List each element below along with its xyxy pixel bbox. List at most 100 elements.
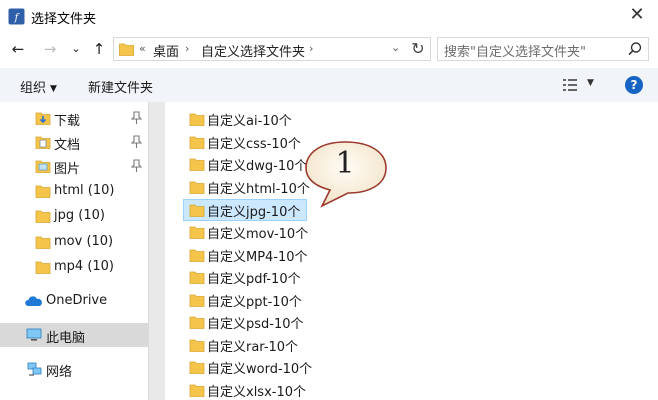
callout-number: 1	[335, 146, 355, 181]
address-dropdown-icon[interactable]: ⌄	[391, 41, 400, 54]
nav-item-label: jpg (10)	[54, 208, 105, 223]
folder-icon	[35, 261, 51, 274]
folder-item-mp4[interactable]: 自定义MP4-10个	[183, 244, 308, 266]
forward-icon[interactable]: →	[40, 39, 60, 59]
folder-item-css[interactable]: 自定义css-10个	[183, 131, 307, 153]
nav-item-label: 网络	[46, 365, 73, 380]
nav-item-label: 图片	[54, 162, 81, 177]
search-input[interactable]: 搜索"自定义选择文件夹"	[437, 37, 649, 61]
folder-item-psd[interactable]: 自定义psd-10个	[183, 311, 307, 333]
folder-icon	[35, 185, 51, 198]
folder-item-dwg[interactable]: 自定义dwg-10个	[183, 153, 307, 175]
breadcrumb-current-folder[interactable]: 自定义选择文件夹	[201, 41, 305, 60]
folder-icon	[189, 113, 205, 126]
caret-down-icon: ▼	[50, 84, 57, 94]
this-pc-icon	[26, 328, 42, 341]
folder-item-jpg[interactable]: 自定义jpg-10个	[183, 199, 307, 221]
nav-item-pictures[interactable]: 图片	[0, 154, 148, 178]
new-folder-button[interactable]: 新建文件夹	[88, 77, 153, 96]
folder-name: 自定义xlsx-10个	[207, 385, 307, 400]
search-icon[interactable]	[626, 40, 644, 58]
address-bar[interactable]: « 桌面 › 自定义选择文件夹 › ⌄ ↻	[113, 37, 431, 61]
recent-locations-icon[interactable]: ⌄	[66, 39, 86, 59]
pin-icon	[131, 111, 142, 124]
folder-name: 自定义word-10个	[207, 362, 313, 377]
folder-icon	[189, 158, 205, 171]
folder-item-ppt[interactable]: 自定义ppt-10个	[183, 289, 307, 311]
nav-item-label: mov (10)	[54, 234, 114, 249]
nav-item-downloads[interactable]: 下载	[0, 106, 148, 130]
folder-name: 自定义dwg-10个	[207, 159, 308, 174]
folder-item-xlsx[interactable]: 自定义xlsx-10个	[183, 379, 307, 400]
folder-item-word[interactable]: 自定义word-10个	[183, 356, 312, 378]
onedrive-cloud-icon	[25, 296, 42, 306]
folder-name: 自定义rar-10个	[207, 340, 299, 355]
nav-item-network[interactable]: 网络	[0, 357, 148, 381]
nav-item-label: 下载	[54, 114, 81, 129]
folder-icon	[189, 316, 205, 329]
documents-folder-icon	[35, 136, 51, 149]
navigation-pane: 下载 文档 图片 html (10) jpg (10) mov (10) mp4…	[0, 102, 148, 400]
folder-item-mov[interactable]: 自定义mov-10个	[183, 221, 309, 243]
nav-item-onedrive[interactable]: OneDrive	[0, 289, 148, 313]
folder-name: 自定义css-10个	[207, 137, 301, 152]
folder-icon	[189, 339, 205, 352]
view-options-icon[interactable]	[562, 77, 578, 93]
nav-item-label: 文档	[54, 138, 81, 153]
nav-item-label: mp4 (10)	[54, 259, 115, 274]
nav-item-mov[interactable]: mov (10)	[0, 230, 148, 254]
folder-item-ai[interactable]: 自定义ai-10个	[183, 108, 307, 130]
folder-icon	[189, 249, 205, 262]
close-icon[interactable]: ✕	[626, 4, 648, 26]
folder-icon	[35, 210, 51, 223]
breadcrumb-desktop[interactable]: 桌面	[153, 41, 179, 60]
window-title: 选择文件夹	[31, 12, 97, 27]
app-icon: f	[8, 8, 25, 25]
nav-item-label: html (10)	[54, 183, 115, 198]
nav-item-html[interactable]: html (10)	[0, 179, 148, 203]
folder-item-pdf[interactable]: 自定义pdf-10个	[183, 266, 307, 288]
help-icon[interactable]: ?	[625, 76, 643, 94]
breadcrumb-separator[interactable]: ›	[185, 42, 189, 55]
nav-item-documents[interactable]: 文档	[0, 130, 148, 154]
folder-icon	[189, 204, 205, 217]
network-icon	[27, 362, 42, 376]
folder-name: 自定义psd-10个	[207, 317, 304, 332]
folder-item-rar[interactable]: 自定义rar-10个	[183, 334, 307, 356]
title-bar: f 选择文件夹 ✕	[0, 0, 658, 32]
pictures-folder-icon	[35, 160, 51, 173]
pin-icon	[131, 159, 142, 172]
folder-name: 自定义ppt-10个	[207, 295, 302, 310]
folder-icon	[119, 43, 134, 56]
folder-icon	[35, 236, 51, 249]
breadcrumb-overflow[interactable]: «	[139, 42, 146, 55]
pin-icon	[131, 135, 142, 148]
nav-item-jpg[interactable]: jpg (10)	[0, 204, 148, 228]
organize-button[interactable]: 组织 ▼	[20, 77, 57, 96]
folder-icon	[189, 294, 205, 307]
caret-down-icon[interactable]: ▼	[587, 78, 594, 88]
folder-name: 自定义ai-10个	[207, 114, 292, 129]
nav-item-this-pc[interactable]: 此电脑	[0, 323, 148, 347]
search-placeholder: 搜索"自定义选择文件夹"	[444, 45, 586, 60]
back-icon[interactable]: ←	[8, 39, 28, 59]
pane-scrollbar[interactable]	[148, 102, 165, 400]
nav-item-label: OneDrive	[46, 293, 108, 308]
organize-label: 组织	[20, 81, 47, 96]
folder-item-html[interactable]: 自定义html-10个	[183, 176, 310, 198]
folder-name: 自定义jpg-10个	[207, 205, 301, 220]
up-icon[interactable]: ↑	[89, 39, 109, 59]
folder-name: 自定义mov-10个	[207, 227, 309, 242]
folder-list: 自定义ai-10个 自定义css-10个 自定义dwg-10个 自定义html-…	[165, 102, 658, 400]
folder-icon	[189, 181, 205, 194]
folder-icon	[189, 136, 205, 149]
nav-item-label: 此电脑	[46, 331, 86, 346]
nav-item-mp4[interactable]: mp4 (10)	[0, 255, 148, 279]
folder-icon	[189, 271, 205, 284]
refresh-icon[interactable]: ↻	[409, 39, 427, 58]
folder-icon	[189, 226, 205, 239]
folder-icon	[189, 361, 205, 374]
command-bar: 组织 ▼ 新建文件夹 ▼ ?	[0, 68, 658, 102]
folder-name: 自定义MP4-10个	[207, 250, 308, 265]
breadcrumb-separator[interactable]: ›	[309, 42, 313, 55]
